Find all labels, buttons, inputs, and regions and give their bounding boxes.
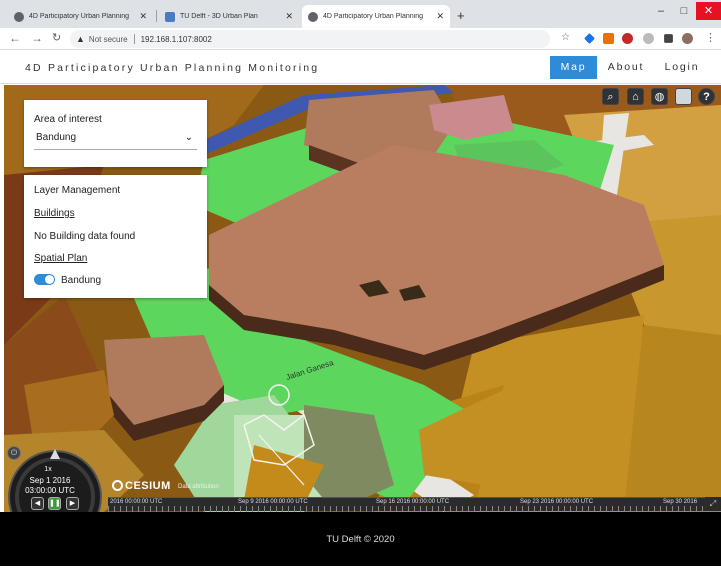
cesium-logo-text: CESIUM [125,480,171,492]
tab-title: 4D Participatory Urban Planning [323,13,423,20]
url-field[interactable]: ▲ Not secure 192.168.1.107:8002 [70,30,550,48]
pause-button[interactable]: ❚❚ [48,497,61,510]
toggle-knob [45,275,54,284]
aoi-select[interactable]: Bandung ⌄ [34,130,197,150]
home-icon[interactable]: ⌂ [627,88,644,105]
image-icon [165,11,175,22]
nav-login[interactable]: Login [658,56,706,79]
avatar[interactable] [682,33,693,44]
chevron-down-icon: ⌄ [184,132,193,143]
layer-management-panel: Layer Management Buildings No Building d… [24,175,207,298]
timeline[interactable]: 2016 00:00:00 UTC Sep 9 2016 00:00:00 UT… [108,497,705,512]
clock-speed: 1x [44,466,52,473]
security-label: Not secure [88,34,128,44]
warning-icon: ▲ [76,34,85,44]
maximize-button[interactable]: □ [673,2,695,20]
timeline-label: Sep 9 2016 00:00:00 UTC [238,499,308,505]
forward-arrow-icon[interactable]: → [31,31,43,45]
timeline-label: Sep 30 2016 [663,499,698,505]
close-tab-icon[interactable]: ✕ [285,11,293,22]
layer-panel-title: Layer Management [34,185,121,196]
url-divider [133,34,135,44]
cesium-swirl-icon [112,480,123,491]
clock-date: Sep 1 2016 [29,476,71,485]
back-arrow-icon[interactable]: ← [9,31,21,45]
tab-title: TU Delft - 3D Urban Plan [180,13,258,20]
browser-tab[interactable]: 4D Participatory Urban Planning ✕ [8,5,153,28]
globe-icon[interactable]: ◍ [651,88,668,105]
buildings-link[interactable]: Buildings [34,208,75,219]
timeline-label: Sep 23 2016 00:00:00 UTC [520,499,594,505]
data-attribution-link[interactable]: Data attribution [178,484,219,490]
aoi-selected-value: Bandung [36,132,77,143]
spatial-plan-layer-label: Bandung [61,275,102,286]
browser-tab-active[interactable]: 4D Participatory Urban Planning ✕ [302,5,450,28]
close-tab-icon[interactable]: ✕ [139,11,147,22]
spatial-plan-link[interactable]: Spatial Plan [34,253,87,264]
close-tab-icon[interactable]: ✕ [436,11,444,22]
extension-icon[interactable] [622,33,633,44]
buildings-status: No Building data found [34,231,136,242]
browser-tab-bar: 4D Participatory Urban Planning ✕ TU Del… [0,0,721,28]
browser-tab[interactable]: TU Delft - 3D Urban Plan ✕ [159,5,299,28]
minimize-button[interactable]: – [650,2,672,20]
more-menu-icon[interactable]: ⋮ [705,31,716,44]
footer: TU Delft © 2020 [0,512,721,566]
globe-icon [14,11,24,22]
play-forward-button[interactable]: ▶ [66,497,79,510]
play-reverse-button[interactable]: ◀ [31,497,44,510]
fullscreen-icon[interactable]: ⤢ [705,497,721,511]
base-layer-picker-icon[interactable] [675,88,692,105]
extension-icon[interactable] [643,33,654,44]
clock-time: 03:00:00 UTC [25,486,75,495]
url-text: 192.168.1.107:8002 [140,34,212,44]
help-icon[interactable]: ? [698,88,715,105]
search-icon[interactable]: ⌕ [602,88,619,105]
close-window-button[interactable]: ✕ [696,2,721,20]
power-icon[interactable]: ⏻ [7,446,21,460]
extension-icon[interactable] [584,33,595,44]
timeline-label: Sep 16 2016 00:00:00 UTC [376,499,450,505]
timeline-label: 2016 00:00:00 UTC [110,499,163,505]
footer-text: TU Delft © 2020 [326,534,395,545]
app-header: 4D Participatory Urban Planning Monitori… [0,51,721,84]
globe-icon [308,11,318,22]
nav-map[interactable]: Map [550,56,597,79]
area-of-interest-panel: Area of interest Bandung ⌄ [24,100,207,167]
browser-address-bar: ← → ↻ ▲ Not secure 192.168.1.107:8002 ☆ … [0,28,721,50]
spatial-plan-toggle[interactable] [34,274,55,285]
cesium-logo[interactable]: CESIUM [112,480,171,492]
reload-icon[interactable]: ↻ [52,31,61,44]
tab-divider [156,10,157,22]
tab-title: 4D Participatory Urban Planning [29,13,129,20]
new-tab-button[interactable]: + [457,8,465,23]
nav-about[interactable]: About [602,56,650,79]
extension-icon[interactable] [603,33,614,44]
app-title: 4D Participatory Urban Planning Monitori… [25,62,320,74]
bookmark-star-icon[interactable]: ☆ [561,32,570,43]
aoi-label: Area of interest [34,114,102,125]
puzzle-icon[interactable] [664,34,673,43]
